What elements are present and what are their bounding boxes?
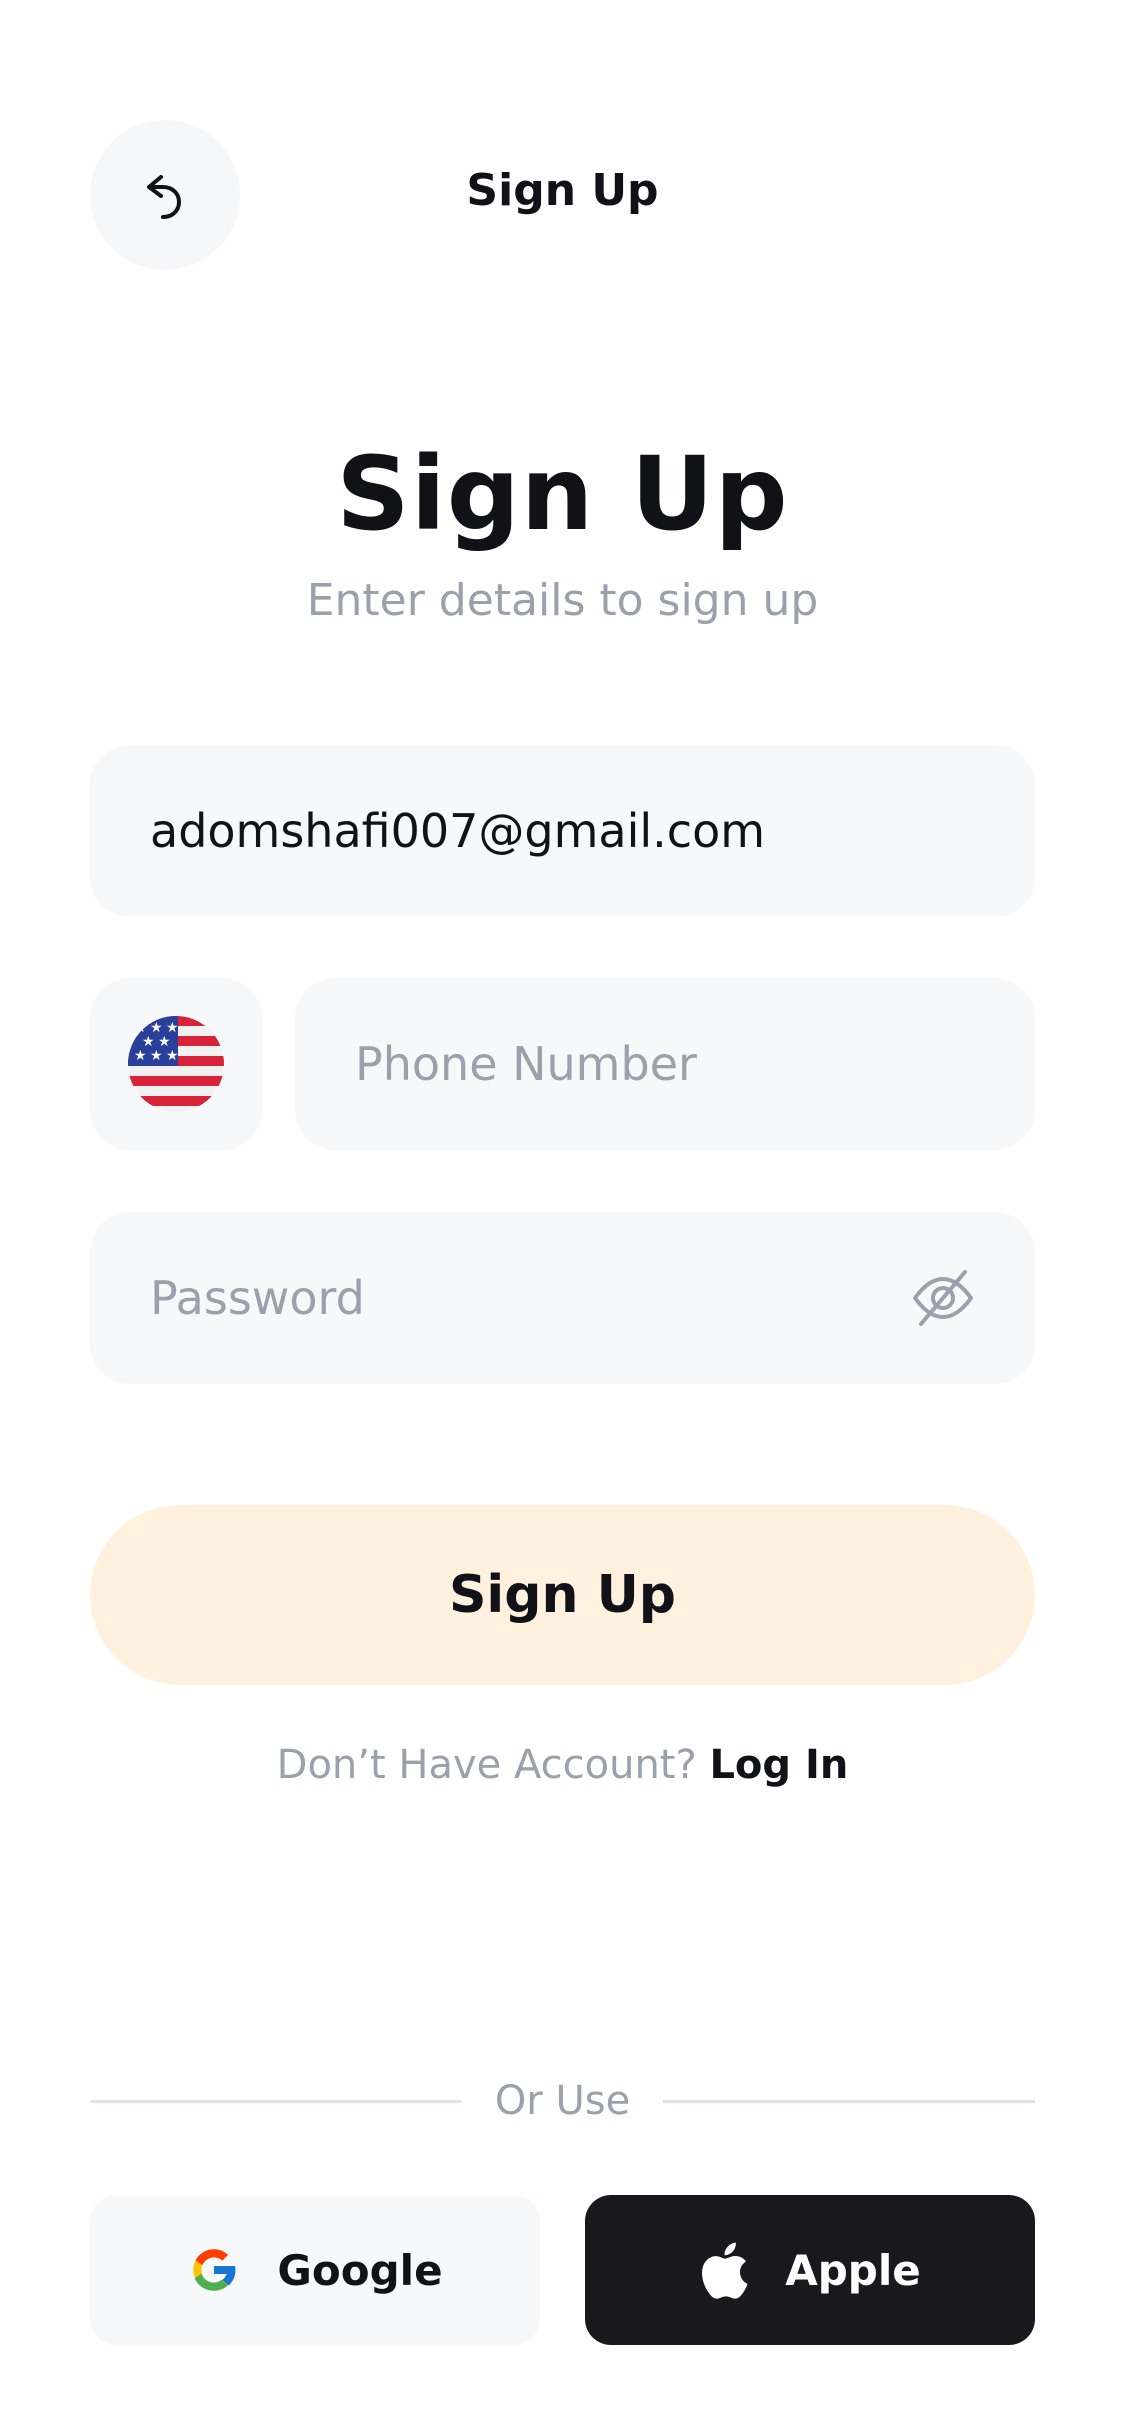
country-selector[interactable]: ★ ★ ★ ★ ★ ★ ★ ★ — [90, 978, 262, 1150]
email-field-container[interactable] — [90, 745, 1035, 917]
svg-text:★: ★ — [166, 1048, 179, 1064]
apple-sign-in-button[interactable]: Apple — [585, 2195, 1035, 2345]
divider-right — [663, 2100, 1035, 2103]
google-sign-in-button[interactable]: Google — [90, 2195, 540, 2345]
account-question: Don’t Have Account? — [276, 1742, 697, 1788]
password-field-container[interactable] — [90, 1212, 1035, 1384]
eye-off-icon[interactable] — [911, 1266, 975, 1330]
log-in-link[interactable]: Log In — [709, 1742, 848, 1788]
or-use-label: Or Use — [494, 2078, 631, 2124]
svg-text:★: ★ — [150, 1048, 163, 1064]
page-subtitle: Enter details to sign up — [306, 575, 819, 626]
header-title: Sign Up — [466, 165, 659, 216]
page-title: Sign Up — [336, 435, 789, 554]
apple-label: Apple — [785, 2245, 921, 2295]
divider-left — [90, 2100, 462, 2103]
google-icon — [193, 2249, 237, 2291]
google-label: Google — [277, 2245, 443, 2295]
phone-number-field[interactable] — [355, 1037, 1035, 1091]
phone-field-container[interactable] — [295, 978, 1035, 1150]
apple-icon — [702, 2242, 748, 2299]
account-prompt: Don’t Have Account? Log In — [0, 1742, 1125, 1788]
password-field[interactable] — [150, 1271, 911, 1325]
sign-up-button[interactable]: Sign Up — [90, 1505, 1035, 1685]
svg-text:★: ★ — [134, 1048, 147, 1064]
email-field[interactable] — [150, 804, 1035, 858]
us-flag-icon: ★ ★ ★ ★ ★ ★ ★ ★ — [128, 1016, 224, 1112]
